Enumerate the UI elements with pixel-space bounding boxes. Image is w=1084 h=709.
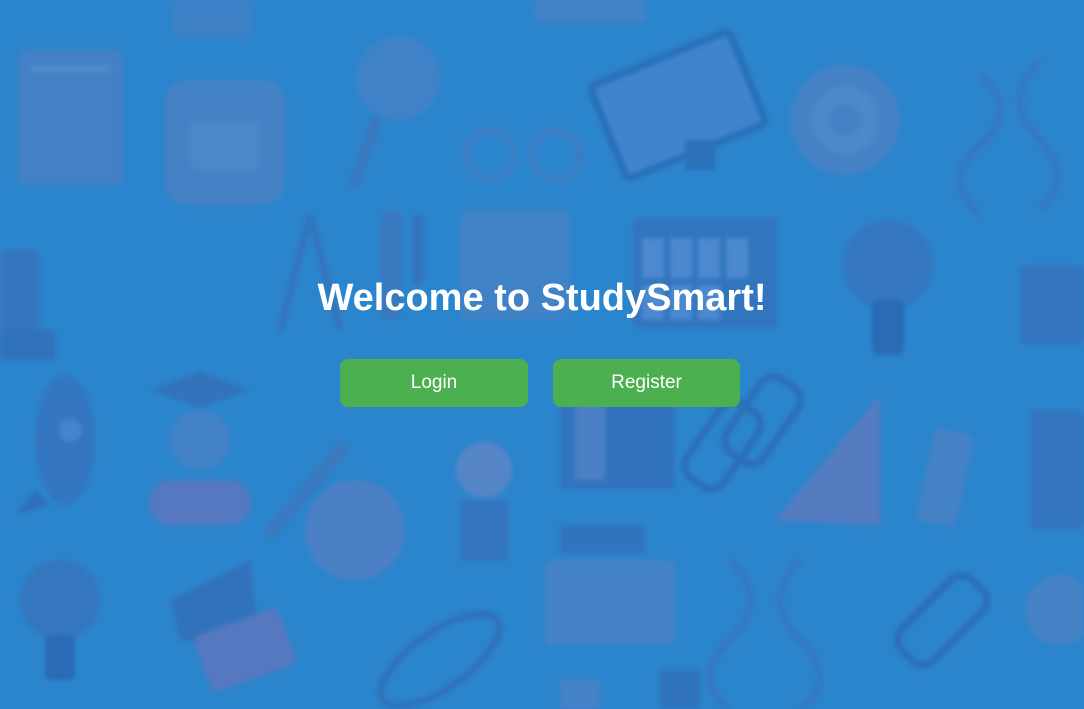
register-button[interactable]: Register bbox=[553, 359, 740, 407]
page-title: Welcome to StudySmart! bbox=[317, 277, 767, 319]
login-button[interactable]: Login bbox=[340, 359, 528, 407]
welcome-screen: Welcome to StudySmart! Login Register bbox=[0, 0, 1084, 709]
